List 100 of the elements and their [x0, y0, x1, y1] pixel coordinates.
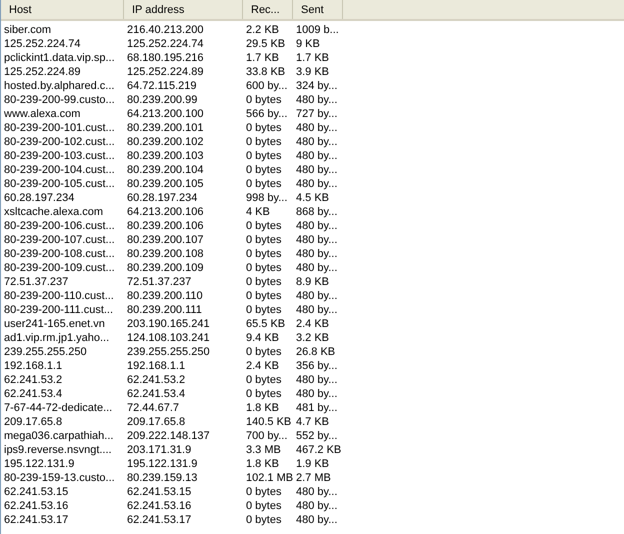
host-cell-text: 80-239-200-101.cust... [3, 121, 116, 135]
sent-cell-text: 480 by... [295, 93, 338, 107]
ip-cell-text: 62.241.53.16 [126, 499, 192, 513]
ip-cell-text: 125.252.224.74 [126, 37, 204, 51]
host-cell-text: 80-239-200-107.cust... [3, 233, 116, 247]
sent-cell-text: 3.2 KB [295, 331, 330, 345]
ip-cell-text: 80.239.200.103 [126, 149, 204, 163]
ip-cell-text: 62.241.53.4 [126, 387, 186, 401]
received-cell-text: 2.2 KB [245, 23, 280, 37]
sent-cell-text: 356 by... [295, 359, 338, 373]
ip-cell-text: 64.213.200.100 [126, 107, 204, 121]
sent-cell-text: 1.7 KB [295, 51, 330, 65]
received-cell-text: 29.5 KB [245, 37, 286, 51]
received-cell-text: 33.8 KB [245, 65, 286, 79]
ip-cell-text: 216.40.213.200 [126, 23, 204, 37]
received-cell-text: 0 bytes [245, 373, 282, 387]
host-cell-text: siber.com [3, 23, 52, 37]
ip-cell-text: 80.239.200.102 [126, 135, 204, 149]
ip-cell-text: 60.28.197.234 [126, 191, 198, 205]
sent-cell-text: 480 by... [295, 303, 338, 317]
sent-cell-text: 324 by... [295, 79, 338, 93]
received-cell-text: 0 bytes [245, 135, 282, 149]
host-cell-text: 80-239-159-13.custo... [3, 471, 116, 485]
received-cell-text: 0 bytes [245, 163, 282, 177]
sent-cell-text: 480 by... [295, 261, 338, 275]
sent-cell-text: 480 by... [295, 373, 338, 387]
host-cell-text: 72.51.37.237 [3, 275, 70, 289]
received-cell-text: 0 bytes [245, 261, 282, 275]
host-cell-text: 80-239-200-103.cust... [3, 149, 116, 163]
ip-cell-text: 203.171.31.9 [126, 443, 192, 457]
ip-cell-text: 72.44.67.7 [126, 401, 180, 415]
received-cell-text: 0 bytes [245, 177, 282, 191]
ip-cell-text: 80.239.200.106 [126, 219, 204, 233]
host-cell-text: 192.168.1.1 [3, 359, 64, 373]
sent-cell-text: 480 by... [295, 499, 338, 513]
received-cell-text: 0 bytes [245, 219, 282, 233]
received-cell-text: 0 bytes [245, 149, 282, 163]
received-cell-text: 1.8 KB [245, 401, 280, 415]
host-cell-text: 62.241.53.15 [3, 485, 70, 499]
received-cell-text: 140.5 KB [245, 415, 292, 429]
ip-cell-text: 64.213.200.106 [126, 205, 204, 219]
sent-cell-text: 480 by... [295, 149, 338, 163]
column-header[interactable]: Host [1, 0, 124, 19]
sent-cell-text: 4.5 KB [295, 191, 330, 205]
ip-cell-text: 125.252.224.89 [126, 65, 204, 79]
host-cell-text: xsltcache.alexa.com [3, 205, 104, 219]
received-cell-text: 0 bytes [245, 387, 282, 401]
ip-cell-text: 239.255.255.250 [126, 345, 211, 359]
host-cell-text: 125.252.224.74 [3, 37, 82, 51]
received-cell-text: 600 by... [245, 79, 288, 93]
sent-cell-text: 480 by... [295, 135, 338, 149]
host-cell-text: 80-239-200-110.cust... [3, 289, 115, 303]
host-cell-text: pclickint1.data.vip.sp... [3, 51, 116, 65]
ip-cell-text: 203.190.165.241 [126, 317, 211, 331]
column-header[interactable]: Sent [293, 0, 343, 19]
received-cell-text: 0 bytes [245, 121, 282, 135]
sent-cell-text: 9 KB [295, 37, 321, 51]
received-cell-text: 3.3 MB [245, 443, 282, 457]
sent-cell-text: 480 by... [295, 233, 338, 247]
host-cell-text: 62.241.53.4 [3, 387, 64, 401]
ip-cell-text: 80.239.200.109 [126, 261, 204, 275]
ip-cell-text: 80.239.200.99 [126, 93, 198, 107]
sent-cell-text: 467.2 KB [295, 443, 342, 457]
host-cell-text: 62.241.53.2 [3, 373, 64, 387]
sent-cell-text: 481 by... [295, 401, 338, 415]
received-cell-text: 0 bytes [245, 485, 282, 499]
sent-cell-text: 480 by... [295, 121, 338, 135]
host-cell-text: user241-165.enet.vn [3, 317, 106, 331]
host-cell-text: ips9.reverse.nsvngt.... [3, 443, 113, 457]
sent-cell-text: 480 by... [295, 387, 338, 401]
sent-cell-text: 2.4 KB [295, 317, 330, 331]
ip-cell-text: 80.239.200.105 [126, 177, 204, 191]
received-cell-text: 0 bytes [245, 275, 282, 289]
host-cell-text: 80-239-200-102.cust... [3, 135, 116, 149]
ip-cell-text: 80.239.200.104 [126, 163, 204, 177]
column-header[interactable]: Rec... [243, 0, 293, 19]
host-cell-text: 80-239-200-109.cust... [3, 261, 116, 275]
ip-cell-text: 192.168.1.1 [126, 359, 186, 373]
ip-cell-text: 80.239.200.111 [126, 303, 203, 317]
host-cell-text: 80-239-200-105.cust... [3, 177, 116, 191]
ip-cell-text: 195.122.131.9 [126, 457, 198, 471]
host-cell-text: 62.241.53.16 [3, 499, 70, 513]
received-cell-text: 0 bytes [245, 247, 282, 261]
column-header[interactable]: IP address [124, 0, 243, 19]
host-cell-text: 80-239-200-111.cust... [3, 303, 114, 317]
host-cell-text: hosted.by.alphared.c... [3, 79, 116, 93]
host-cell-text: 209.17.65.8 [3, 415, 64, 429]
sent-cell-text: 480 by... [295, 513, 338, 527]
received-cell-text: 0 bytes [245, 233, 282, 247]
sent-cell-text: 727 by... [295, 107, 338, 121]
received-cell-text: 2.4 KB [245, 359, 280, 373]
received-cell-text: 0 bytes [245, 345, 282, 359]
host-cell-text: mega036.carpathiah... [3, 429, 114, 443]
host-cell-text: www.alexa.com [3, 107, 82, 121]
host-cell-text: ad1.vip.rm.jp1.yaho... [3, 331, 110, 345]
received-cell-text: 700 by... [245, 429, 288, 443]
sent-cell-text: 480 by... [295, 247, 338, 261]
host-cell-text: 80-239-200-104.cust... [3, 163, 116, 177]
sent-cell-text: 480 by... [295, 219, 338, 233]
sent-cell-text: 480 by... [295, 485, 338, 499]
